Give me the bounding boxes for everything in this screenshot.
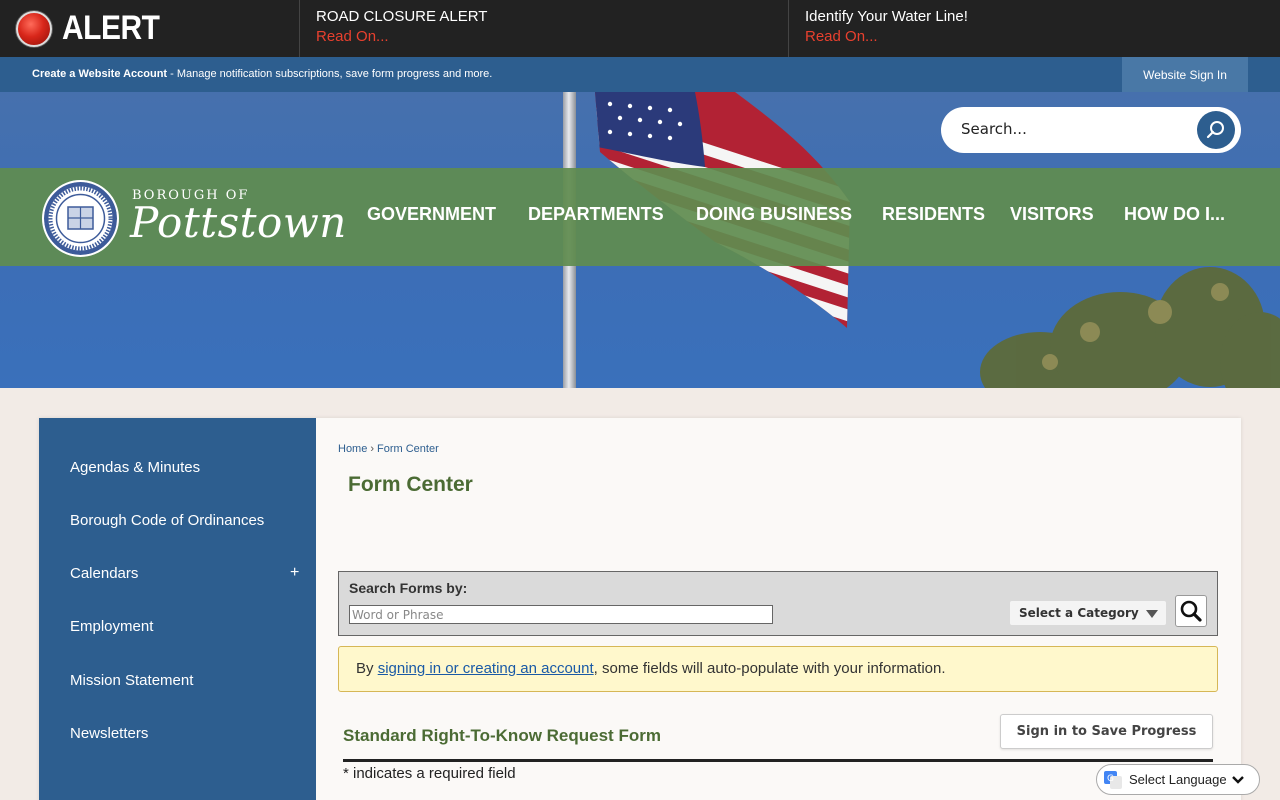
alert-title: Identify Your Water Line! (805, 8, 968, 25)
calendars-expand-icon[interactable]: + (290, 564, 299, 582)
breadcrumb-separator: › (370, 443, 375, 455)
alert-item-road-closure[interactable]: ROAD CLOSURE ALERT Read On... (300, 0, 789, 57)
language-label: Select Language (1129, 772, 1227, 787)
save-progress-button[interactable]: Sign in to Save Progress (1000, 714, 1213, 749)
alert-item-water-line[interactable]: Identify Your Water Line! Read On... (789, 0, 1279, 57)
notice-prefix: By (356, 660, 378, 677)
forms-keyword-input[interactable] (349, 605, 773, 624)
chevron-down-icon (1231, 775, 1244, 784)
sidebar-item-calendars[interactable]: Calendars (70, 565, 138, 582)
nav-how-do-i[interactable]: HOW DO I... (1124, 204, 1225, 225)
sidebar-nav: Agendas & Minutes Borough Code of Ordina… (39, 418, 316, 800)
website-sign-in-button[interactable]: Website Sign In (1122, 57, 1248, 92)
breadcrumb: Home › Form Center (338, 443, 439, 455)
search-forms-panel: Search Forms by: Select a Category (338, 571, 1218, 636)
alert-title: ROAD CLOSURE ALERT (316, 8, 488, 25)
alert-bar: ALERT ROAD CLOSURE ALERT Read On... Iden… (0, 0, 1280, 57)
sidebar-item-borough-code[interactable]: Borough Code of Ordinances (70, 512, 264, 529)
borough-seal-logo[interactable] (42, 180, 119, 257)
sidebar-item-mission-statement[interactable]: Mission Statement (70, 672, 193, 689)
create-account-link[interactable]: Create a Website Account (32, 68, 167, 80)
language-selector[interactable]: G Select Language (1096, 764, 1260, 795)
sign-in-notice: By signing in or creating an account, so… (338, 646, 1218, 692)
category-select[interactable]: Select a Category (1010, 601, 1166, 625)
account-description: - Manage notification subscriptions, sav… (167, 68, 493, 80)
site-search-input[interactable] (961, 120, 1181, 138)
main-nav-band: BOROUGH OF Pottstown GOVERNMENT DEPARTME… (0, 168, 1280, 266)
alert-beacon-icon (16, 10, 52, 47)
breadcrumb-home[interactable]: Home (338, 443, 367, 455)
required-field-note: * indicates a required field (343, 765, 516, 782)
account-bar: Create a Website Account - Manage notifi… (0, 57, 1280, 92)
magnifier-icon (1180, 600, 1202, 622)
nav-government[interactable]: GOVERNMENT (367, 204, 496, 225)
site-search-box (941, 107, 1241, 153)
svg-text:G: G (1107, 774, 1114, 784)
content-card: Agendas & Minutes Borough Code of Ordina… (39, 418, 1241, 800)
form-title: Standard Right-To-Know Request Form (343, 726, 661, 745)
account-text: Create a Website Account - Manage notifi… (32, 68, 492, 80)
category-select-value: Select a Category (1019, 606, 1139, 620)
sidebar-item-employment[interactable]: Employment (70, 618, 153, 635)
logo-pottstown[interactable]: Pottstown (130, 198, 347, 247)
forms-search-button[interactable] (1175, 595, 1207, 627)
breadcrumb-current[interactable]: Form Center (377, 443, 439, 455)
notice-sign-in-link[interactable]: signing in or creating an account (378, 660, 594, 677)
form-divider (343, 759, 1213, 762)
tree-image (980, 267, 1280, 388)
alert-read-on-link[interactable]: Read On... (805, 26, 1279, 48)
nav-departments[interactable]: DEPARTMENTS (528, 204, 664, 225)
search-icon (1206, 121, 1224, 139)
google-translate-icon: G (1104, 770, 1122, 789)
nav-visitors[interactable]: VISITORS (1010, 204, 1094, 225)
page-title: Form Center (348, 473, 473, 496)
search-forms-label: Search Forms by: (349, 580, 468, 596)
seal-icon (46, 184, 115, 253)
alert-read-on-link[interactable]: Read On... (316, 26, 788, 48)
nav-residents[interactable]: RESIDENTS (882, 204, 985, 225)
notice-suffix: , some fields will auto-populate with yo… (593, 660, 946, 677)
alert-label: ALERT (62, 9, 160, 47)
site-search-button[interactable] (1197, 111, 1235, 149)
alert-brand: ALERT (0, 0, 300, 57)
dropdown-arrow-icon (1146, 610, 1158, 618)
nav-doing-business[interactable]: DOING BUSINESS (696, 204, 852, 225)
sidebar-item-newsletters[interactable]: Newsletters (70, 725, 148, 742)
sidebar-item-agendas-minutes[interactable]: Agendas & Minutes (70, 459, 200, 476)
